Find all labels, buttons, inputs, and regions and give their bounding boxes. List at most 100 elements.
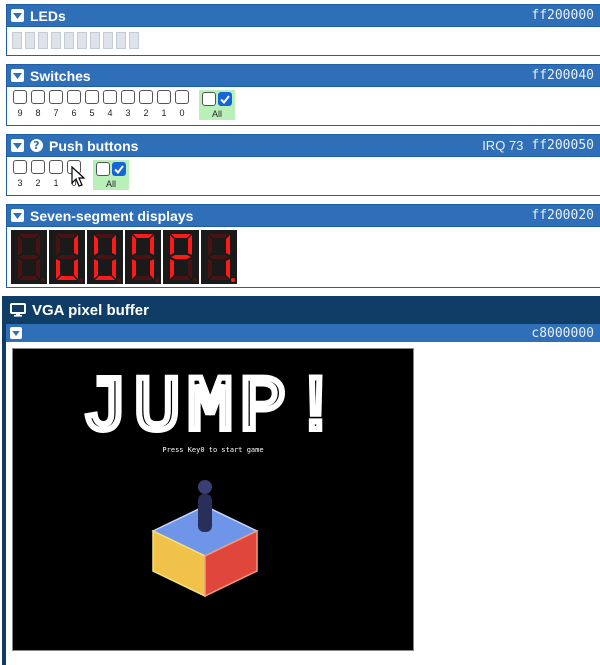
monitor-icon	[10, 303, 26, 317]
push-buttons-panel: ? Push buttons IRQ 73 ff200050 3 2 1 0 A…	[6, 134, 600, 196]
switch-0[interactable]: 0	[173, 90, 191, 118]
game-screen-canvas: JUMP! Press Key0 to start game	[78, 362, 345, 598]
seven-segment-header: Seven-segment displays ff200020	[7, 205, 600, 227]
vga-window-header: VGA pixel buffer	[2, 296, 600, 324]
switch-8[interactable]: 8	[29, 90, 47, 118]
checkbox[interactable]	[31, 160, 45, 174]
led	[51, 32, 61, 49]
panel-title: Switches	[30, 67, 91, 84]
led	[12, 32, 22, 49]
checkbox[interactable]	[31, 90, 45, 104]
switch-1[interactable]: 1	[155, 90, 173, 118]
all-off-checkbox[interactable]	[96, 162, 110, 176]
seven-segment-digit	[201, 230, 237, 284]
all-off-checkbox[interactable]	[202, 92, 216, 106]
panel-title: Seven-segment displays	[30, 207, 194, 224]
help-icon[interactable]: ?	[30, 139, 43, 152]
check-icon	[114, 164, 124, 174]
checkbox[interactable]	[175, 90, 189, 104]
vga-panel: c8000000 JUMP! Press Key0 to start game	[6, 324, 600, 665]
switch-7[interactable]: 7	[47, 90, 65, 118]
push-button-3[interactable]: 3	[11, 160, 29, 188]
led	[116, 32, 126, 49]
switch-6[interactable]: 6	[65, 90, 83, 118]
collapse-icon[interactable]	[11, 9, 24, 22]
checkbox[interactable]	[49, 160, 63, 174]
push-buttons-all-group: All	[93, 160, 129, 190]
led	[77, 32, 87, 49]
led	[103, 32, 113, 49]
led	[90, 32, 100, 49]
push-button-0[interactable]: 0	[65, 160, 86, 188]
address-label: ff200050	[531, 138, 594, 153]
checkbox[interactable]	[85, 90, 99, 104]
seven-segment-digit	[125, 230, 161, 284]
switch-row: 9 8 7 6 5 4 3 2 1 0 All	[7, 87, 600, 122]
push-button-1[interactable]: 1	[47, 160, 65, 188]
address-label: c8000000	[531, 325, 594, 341]
address-label: ff200020	[531, 208, 594, 223]
check-icon	[220, 94, 230, 104]
switch-label: 7	[53, 108, 59, 118]
leds-panel: LEDs ff200000	[6, 4, 600, 56]
checkbox[interactable]	[157, 90, 171, 104]
checkbox[interactable]	[121, 90, 135, 104]
led	[64, 32, 74, 49]
switch-label: 2	[143, 108, 149, 118]
address-label: ff200000	[531, 8, 594, 23]
switch-9[interactable]: 9	[11, 90, 29, 118]
seven-segment-digit	[87, 230, 123, 284]
window-title: VGA pixel buffer	[32, 301, 149, 319]
switch-3[interactable]: 3	[119, 90, 137, 118]
switch-5[interactable]: 5	[83, 90, 101, 118]
seven-segment-panel: Seven-segment displays ff200020	[6, 204, 600, 288]
all-label: All	[105, 179, 116, 189]
checkbox[interactable]	[139, 90, 153, 104]
checkbox[interactable]	[13, 160, 27, 174]
switch-label: 1	[161, 108, 167, 118]
game-prompt: Press Key0 to start game	[162, 446, 263, 454]
vga-window: VGA pixel buffer c8000000 JUMP! Press Ke…	[2, 296, 600, 665]
switch-2[interactable]: 2	[137, 90, 155, 118]
led	[38, 32, 48, 49]
switch-label: 9	[17, 108, 23, 118]
all-on-checkbox[interactable]	[112, 162, 126, 176]
push-button-row: 3 2 1 0 All	[7, 157, 600, 192]
game-title: JUMP!	[81, 365, 345, 453]
vga-sub-header: c8000000	[6, 324, 600, 342]
collapse-icon[interactable]	[10, 327, 22, 339]
switch-label: 6	[71, 108, 77, 118]
checkbox[interactable]	[103, 90, 117, 104]
panel-title: Push buttons	[49, 137, 139, 154]
switch-4[interactable]: 4	[101, 90, 119, 118]
checkbox[interactable]	[13, 90, 27, 104]
switch-label: 0	[179, 108, 185, 118]
vga-screen: JUMP! Press Key0 to start game	[12, 348, 414, 651]
all-on-checkbox[interactable]	[218, 92, 232, 106]
switch-label: 3	[125, 108, 131, 118]
leds-header: LEDs ff200000	[7, 5, 600, 27]
irq-label: IRQ 73	[482, 138, 524, 153]
collapse-icon[interactable]	[11, 209, 24, 222]
checkbox[interactable]	[67, 90, 81, 104]
seven-segment-row	[7, 227, 600, 287]
all-label: All	[211, 109, 222, 119]
switches-panel: Switches ff200040 9 8 7 6 5 4 3 2 1 0 Al…	[6, 64, 600, 126]
switch-label: 8	[35, 108, 41, 118]
button-label: 2	[35, 178, 41, 188]
led	[129, 32, 139, 49]
push-buttons-header: ? Push buttons IRQ 73 ff200050	[7, 135, 600, 157]
collapse-icon[interactable]	[11, 69, 24, 82]
collapse-icon[interactable]	[11, 139, 24, 152]
address-label: ff200040	[531, 68, 594, 83]
button-label: 3	[17, 178, 23, 188]
switch-label: 5	[89, 108, 95, 118]
switch-label: 4	[107, 108, 113, 118]
button-label: 1	[53, 178, 59, 188]
seven-segment-digit	[163, 230, 199, 284]
push-button-2[interactable]: 2	[29, 160, 47, 188]
led-row	[7, 27, 600, 54]
mouse-cursor-icon	[71, 166, 86, 187]
checkbox[interactable]	[49, 90, 63, 104]
player-figure	[198, 480, 212, 532]
